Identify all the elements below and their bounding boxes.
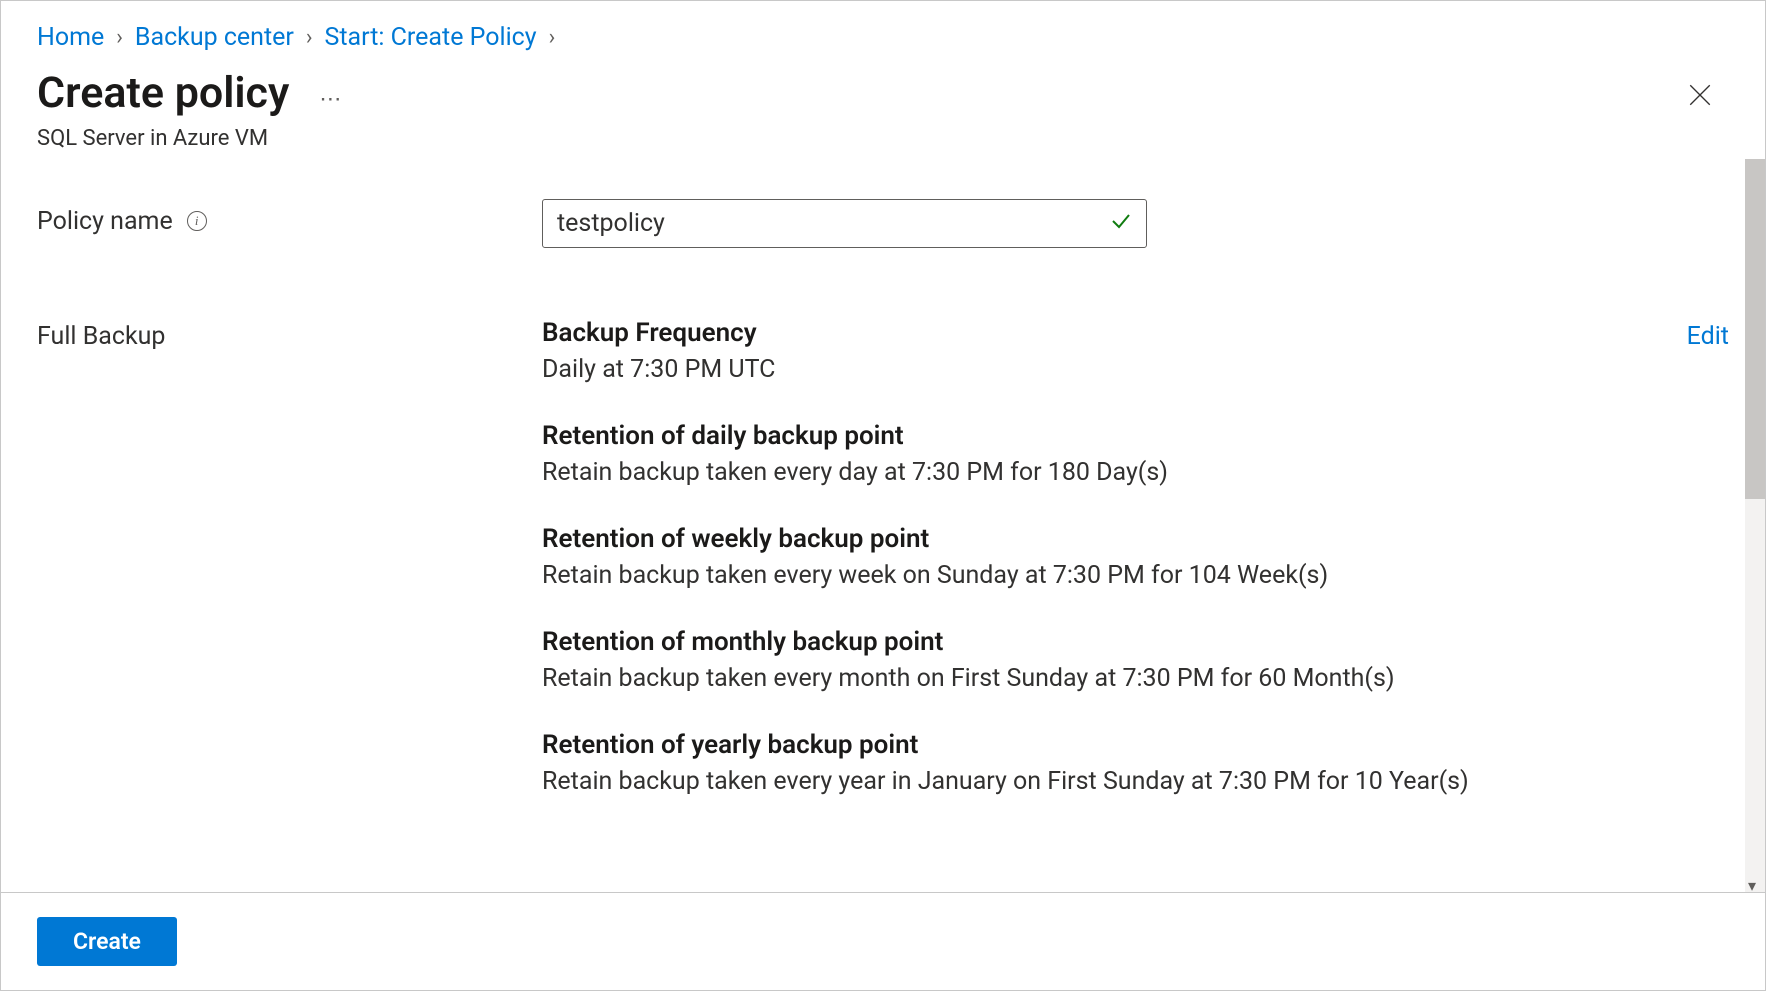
- checkmark-icon: [1109, 209, 1133, 237]
- page-subtitle: SQL Server in Azure VM: [37, 126, 344, 151]
- page-header: Create policy ⋯ SQL Server in Azure VM: [1, 58, 1765, 159]
- page-title: Create policy: [37, 68, 289, 120]
- detail-text: Retain backup taken every day at 7:30 PM…: [542, 455, 1589, 490]
- full-backup-section: Full Backup Backup Frequency Daily at 7:…: [37, 318, 1729, 833]
- content-area: ▴ ▾ Policy name i Fu: [1, 159, 1765, 892]
- policy-name-row: Policy name i: [37, 199, 1729, 248]
- more-actions-button[interactable]: ⋯: [319, 87, 344, 112]
- close-icon: [1687, 82, 1713, 108]
- create-button[interactable]: Create: [37, 917, 177, 966]
- edit-full-backup-link[interactable]: Edit: [1687, 322, 1729, 351]
- policy-name-label: Policy name: [37, 207, 173, 236]
- detail-text: Daily at 7:30 PM UTC: [542, 352, 1589, 387]
- retention-monthly-block: Retention of monthly backup point Retain…: [542, 627, 1589, 696]
- retention-daily-block: Retention of daily backup point Retain b…: [542, 421, 1589, 490]
- scrollbar-thumb[interactable]: [1745, 159, 1765, 499]
- info-icon[interactable]: i: [187, 211, 207, 231]
- breadcrumb: Home › Backup center › Start: Create Pol…: [1, 1, 1765, 58]
- detail-title: Retention of yearly backup point: [542, 730, 1589, 760]
- detail-text: Retain backup taken every week on Sunday…: [542, 558, 1589, 593]
- chevron-right-icon: ›: [116, 25, 123, 50]
- backup-frequency-block: Backup Frequency Daily at 7:30 PM UTC: [542, 318, 1589, 387]
- chevron-right-icon: ›: [549, 25, 556, 50]
- breadcrumb-home[interactable]: Home: [37, 23, 104, 52]
- breadcrumb-start-create-policy[interactable]: Start: Create Policy: [325, 23, 537, 52]
- footer-bar: Create: [1, 892, 1765, 990]
- detail-text: Retain backup taken every month on First…: [542, 661, 1589, 696]
- close-button[interactable]: [1681, 76, 1719, 118]
- detail-title: Backup Frequency: [542, 318, 1589, 348]
- chevron-right-icon: ›: [306, 25, 313, 50]
- breadcrumb-backup-center[interactable]: Backup center: [135, 23, 294, 52]
- retention-weekly-block: Retention of weekly backup point Retain …: [542, 524, 1589, 593]
- full-backup-label: Full Backup: [37, 322, 542, 351]
- detail-title: Retention of weekly backup point: [542, 524, 1589, 554]
- retention-yearly-block: Retention of yearly backup point Retain …: [542, 730, 1589, 799]
- detail-title: Retention of daily backup point: [542, 421, 1589, 451]
- scrollbar-track[interactable]: ▴ ▾: [1745, 159, 1765, 892]
- policy-name-input[interactable]: [542, 199, 1147, 248]
- detail-title: Retention of monthly backup point: [542, 627, 1589, 657]
- scroll-down-icon[interactable]: ▾: [1748, 876, 1762, 890]
- detail-text: Retain backup taken every year in Januar…: [542, 764, 1589, 799]
